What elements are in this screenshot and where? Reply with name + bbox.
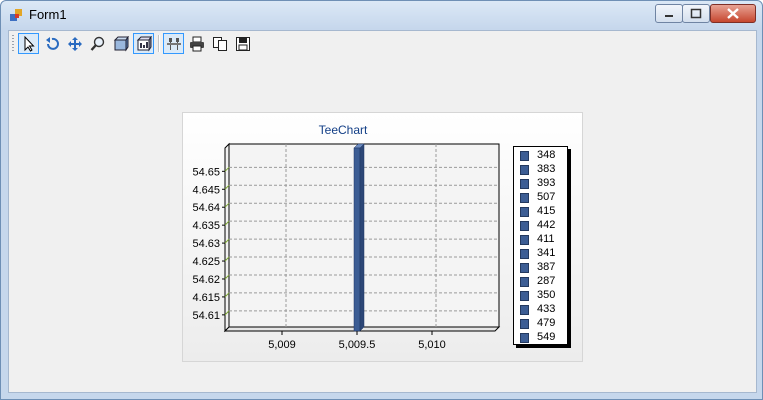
legend-label: 287 — [537, 275, 556, 287]
legend-label: 433 — [537, 303, 556, 315]
legend-swatch — [520, 179, 529, 189]
x-tick-label: 5,009 — [268, 339, 296, 351]
legend-label: 348 — [537, 149, 556, 161]
legend-item: 287 — [520, 275, 566, 289]
zoom-button[interactable] — [87, 33, 108, 54]
bar — [353, 147, 361, 332]
legend-swatch — [520, 305, 529, 315]
maximize-button[interactable] — [682, 4, 710, 23]
edit-chart-button[interactable] — [163, 33, 184, 54]
pointer-icon — [24, 35, 35, 52]
legend-swatch — [520, 277, 529, 287]
legend-item: 433 — [520, 303, 566, 317]
y-tick-label: 4.645 — [192, 184, 220, 196]
edit-chart-icon — [166, 37, 181, 50]
3d-view-button[interactable] — [133, 33, 154, 54]
legend-label: 479 — [537, 317, 556, 329]
y-tick-label: 4.615 — [192, 292, 220, 304]
legend-item: 393 — [520, 177, 566, 191]
print-icon — [189, 36, 204, 51]
move-icon — [67, 36, 82, 51]
pointer-button[interactable] — [18, 33, 39, 54]
legend-item: 415 — [520, 205, 566, 219]
toolbar-grip[interactable] — [12, 35, 14, 52]
legend-label: 393 — [537, 177, 556, 189]
minimize-icon — [665, 15, 673, 17]
legend-label: 383 — [537, 163, 556, 175]
legend-item: 507 — [520, 191, 566, 205]
chart-toolbar — [9, 31, 756, 56]
legend-swatch — [520, 221, 529, 231]
legend-label: 411 — [537, 233, 555, 245]
legend-item: 348 — [520, 149, 566, 163]
form-client-area: TeeChart 54.61 4.615 54.62 4.625 54.63 4.635 5… — [8, 30, 757, 393]
legend-item: 479 — [520, 317, 566, 331]
save-icon — [235, 36, 250, 51]
y-tick-label: 4.625 — [192, 256, 220, 268]
legend-item: 350 — [520, 289, 566, 303]
legend-label: 341 — [537, 247, 556, 259]
close-icon — [727, 8, 739, 19]
legend-swatch — [520, 207, 529, 217]
window-title: Form1 — [29, 7, 67, 22]
bar-side — [359, 143, 365, 332]
copy-button[interactable] — [209, 33, 230, 54]
copy-icon — [212, 36, 227, 51]
legend-swatch — [520, 165, 529, 175]
y-tick-label: 54.61 — [192, 310, 220, 322]
chart-plot[interactable]: 54.61 4.615 54.62 4.625 54.63 4.635 54.64 4.645… — [183, 113, 513, 361]
left-wall — [224, 142, 230, 333]
chart-legend[interactable]: 348 383 393 507 415 442 411 341 387 287 350 433 479 5… — [513, 146, 568, 345]
legend-swatch — [520, 235, 529, 245]
teechart[interactable]: TeeChart 54.61 4.615 54.62 4.625 54.63 4.635 5… — [182, 112, 583, 362]
y-tick-label: 54.64 — [192, 202, 220, 214]
move-button[interactable] — [64, 33, 85, 54]
legend-swatch — [520, 291, 529, 301]
maximize-icon — [690, 8, 702, 19]
legend-label: 549 — [537, 331, 556, 343]
save-button[interactable] — [232, 33, 253, 54]
legend-label: 507 — [537, 191, 556, 203]
minimize-button[interactable] — [655, 4, 683, 23]
legend-swatch — [520, 319, 529, 329]
legend-swatch — [520, 263, 529, 273]
x-tick-label: 5,009.5 — [339, 339, 376, 351]
legend-item: 341 — [520, 247, 566, 261]
close-button[interactable] — [710, 4, 756, 23]
y-tick-label: 54.65 — [192, 166, 220, 178]
x-tick-label: 5,010 — [418, 339, 446, 351]
legend-swatch — [520, 333, 529, 343]
zoom-icon — [90, 36, 104, 51]
undo-icon — [45, 36, 59, 50]
toolbar-separator — [158, 35, 160, 52]
rotate-3d-icon — [113, 35, 129, 52]
form-window: Form1 TeeChart 54.61 4.615 54.62 4.625 5… — [0, 0, 763, 400]
print-button[interactable] — [186, 33, 207, 54]
legend-label: 350 — [537, 289, 556, 301]
app-icon — [10, 9, 22, 21]
legend-label: 442 — [537, 219, 556, 231]
y-tick-label: 54.62 — [192, 274, 220, 286]
y-tick-label: 54.63 — [192, 238, 220, 250]
y-tick-label: 4.635 — [192, 220, 220, 232]
title-bar[interactable]: Form1 — [1, 1, 762, 29]
undo-button[interactable] — [41, 33, 62, 54]
legend-item: 549 — [520, 331, 566, 345]
legend-swatch — [520, 249, 529, 259]
legend-item: 411 — [520, 233, 566, 247]
legend-swatch — [520, 151, 529, 161]
legend-item: 442 — [520, 219, 566, 233]
3d-view-icon — [136, 35, 152, 52]
legend-label: 387 — [537, 261, 556, 273]
legend-swatch — [520, 193, 529, 203]
rotate-3d-button[interactable] — [110, 33, 131, 54]
legend-item: 383 — [520, 163, 566, 177]
legend-label: 415 — [537, 205, 556, 217]
legend-item: 387 — [520, 261, 566, 275]
